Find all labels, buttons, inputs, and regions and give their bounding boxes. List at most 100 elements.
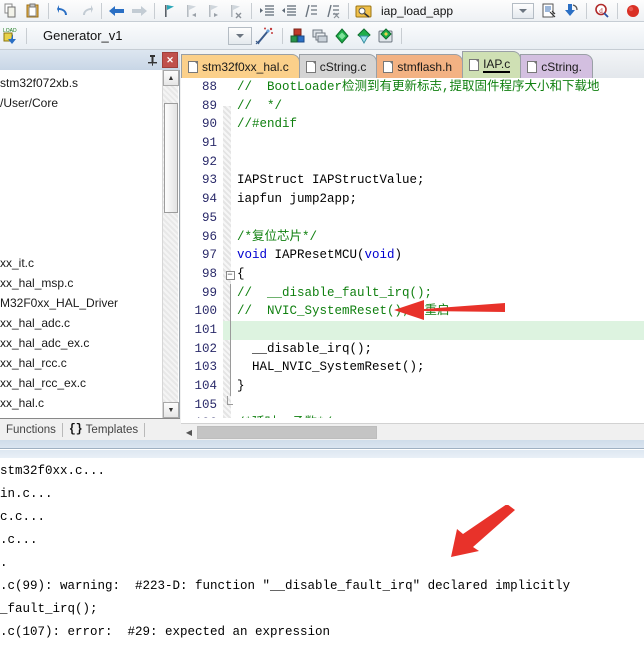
tab-templates-label: Templates	[85, 423, 139, 436]
load-icon[interactable]: LOAD	[0, 26, 22, 46]
tab-templates[interactable]: {} Templates	[63, 423, 144, 436]
generator-select-dropdown[interactable]	[227, 26, 252, 45]
scroll-left-arrow-icon[interactable]: ◀	[181, 425, 197, 440]
code-line[interactable]: 105	[181, 395, 644, 415]
pin-icon[interactable]	[144, 52, 160, 68]
manage-components-icon[interactable]	[538, 1, 560, 21]
scroll-up-arrow-icon[interactable]: ▲	[163, 70, 179, 86]
tree-item[interactable]: stm32f072xb.s	[0, 73, 163, 93]
panel-splitter[interactable]	[0, 440, 644, 458]
manage-project-items-icon[interactable]	[287, 26, 309, 46]
code-line[interactable]: 100 // NVIC_SystemReset();//重启	[181, 302, 644, 322]
editor-tab-iap-c[interactable]: IAP.c	[462, 51, 522, 78]
tree-item[interactable]: xx_hal_rcc_ex.c	[0, 373, 163, 393]
code-line[interactable]: 101	[181, 320, 644, 340]
line-number: 91	[181, 134, 223, 153]
copy-icon[interactable]	[0, 1, 22, 21]
editor-tab-bar: stm32f0xx_hal.c cString.c stmflash.h IAP.c c…	[181, 50, 644, 78]
indent-left-icon[interactable]	[278, 1, 300, 21]
code-line[interactable]: 89 // */	[181, 96, 644, 116]
download-icon[interactable]	[560, 1, 582, 21]
previous-bookmark-icon[interactable]	[181, 1, 203, 21]
code-line[interactable]: 94 iapfun jump2app;	[181, 190, 644, 209]
editor-tab-stmflash-h[interactable]: stmflash.h	[376, 54, 464, 78]
multi-project-icon[interactable]	[309, 26, 331, 46]
editor-tab-cstring-[interactable]: cString.	[520, 54, 593, 78]
editor-tab-stm32f0xx-hal-c[interactable]: stm32f0xx_hal.c	[181, 54, 300, 78]
target-select-dropdown[interactable]	[512, 2, 534, 19]
toggle-bookmark-icon[interactable]	[159, 1, 181, 21]
tree-item[interactable]: M32F0xx_HAL_Driver	[0, 293, 163, 313]
tree-item[interactable]	[0, 193, 163, 213]
code-line[interactable]: 90 //#endif	[181, 115, 644, 135]
uncomment-icon[interactable]	[322, 1, 344, 21]
tree-item[interactable]	[0, 173, 163, 193]
comment-icon[interactable]	[300, 1, 322, 21]
target-options-icon[interactable]	[353, 1, 375, 21]
code-line[interactable]: 98−{	[181, 264, 644, 284]
code-line[interactable]: 99 // __disable_fault_irq();	[181, 283, 644, 303]
code-line[interactable]: 95	[181, 208, 644, 228]
code-line[interactable]: 88 // BootLoader检测到有更新标志,提取固件程序大小和下载地	[181, 78, 644, 97]
tree-item[interactable]	[0, 233, 163, 253]
software-packs-icon[interactable]	[375, 26, 397, 46]
tree-item[interactable]: xx_it.c	[0, 253, 163, 273]
editor-tab-cstring-c[interactable]: cString.c	[298, 54, 378, 78]
line-number: 100	[181, 302, 223, 322]
code-line[interactable]: 93 IAPStruct IAPStructValue;	[181, 171, 644, 191]
code-line[interactable]: 104}	[181, 377, 644, 396]
code-line[interactable]: 97 void IAPResetMCU(void)	[181, 246, 644, 265]
code-editor[interactable]: 88 // BootLoader检测到有更新标志,提取固件程序大小和下载地 89 …	[181, 78, 644, 418]
editor-tab-label: IAP.c	[483, 57, 511, 73]
tab-functions[interactable]: Functions	[0, 424, 62, 436]
editor-horizontal-scrollbar[interactable]: ◀	[181, 423, 644, 440]
tree-item[interactable]	[0, 133, 163, 153]
code-token: )	[394, 248, 403, 263]
configure-wizard-icon[interactable]	[252, 26, 278, 46]
next-bookmark-icon[interactable]	[203, 1, 225, 21]
project-panel-header: ✕	[0, 50, 180, 70]
toolbar-separator	[348, 2, 349, 19]
scrollbar-thumb[interactable]	[164, 103, 178, 213]
hscrollbar-thumb[interactable]	[197, 425, 377, 439]
navigate-back-icon[interactable]	[106, 1, 128, 21]
code-line[interactable]: 96 /*复位芯片*/	[181, 227, 644, 247]
tree-item[interactable]: xx_hal_adc.c	[0, 313, 163, 333]
output-line: .	[0, 556, 8, 570]
editor-tab-label: cString.	[541, 59, 582, 74]
tree-item[interactable]	[0, 113, 163, 133]
toolbar-separator	[101, 2, 102, 19]
code-token: __disable_irq();	[237, 341, 373, 356]
file-icon	[383, 60, 394, 73]
scroll-down-arrow-icon[interactable]: ▼	[163, 402, 179, 418]
tree-item[interactable]	[0, 153, 163, 173]
close-icon[interactable]: ✕	[162, 52, 178, 68]
code-line[interactable]: 103 HAL_NVIC_SystemReset();	[181, 358, 644, 378]
tree-item[interactable]: /User/Core	[0, 93, 163, 113]
build-output-panel[interactable]: stm32f0xx.c... in.c... c.c... .c.... .c(99):…	[0, 458, 644, 650]
clear-bookmarks-icon[interactable]	[225, 1, 247, 21]
code-line[interactable]: 106 /*延时ms函数*/	[181, 414, 644, 418]
paste-icon[interactable]	[22, 1, 44, 21]
stop-icon[interactable]	[622, 1, 644, 21]
code-text: {	[237, 265, 245, 284]
tree-item[interactable]: xx_hal_rcc.c	[0, 353, 163, 373]
project-file-tree[interactable]: stm32f072xb.s/User/Core xx_it.c xx_hal_msp…	[0, 70, 163, 418]
navigate-forward-icon[interactable]	[128, 1, 150, 21]
code-line[interactable]: 91	[181, 134, 644, 153]
code-token: IAPStruct IAPStructValue;	[237, 173, 425, 188]
tree-item[interactable]: xx_hal_msp.c	[0, 273, 163, 293]
undo-icon[interactable]	[53, 1, 75, 21]
find-in-files-icon[interactable]: d	[591, 1, 613, 21]
run-utility-icon[interactable]	[353, 26, 375, 46]
code-line[interactable]: 92	[181, 152, 644, 172]
code-line[interactable]: 102 __disable_irq();	[181, 339, 644, 359]
pack-installer-icon[interactable]	[331, 26, 353, 46]
indent-right-icon[interactable]	[256, 1, 278, 21]
tree-item[interactable]: xx_hal.c	[0, 393, 163, 413]
tree-item[interactable]: xx_hal_adc_ex.c	[0, 333, 163, 353]
tree-item[interactable]	[0, 213, 163, 233]
redo-icon[interactable]	[75, 1, 97, 21]
code-text: __disable_irq();	[237, 340, 372, 359]
project-tree-scrollbar[interactable]: ▲ ▼	[162, 70, 179, 418]
